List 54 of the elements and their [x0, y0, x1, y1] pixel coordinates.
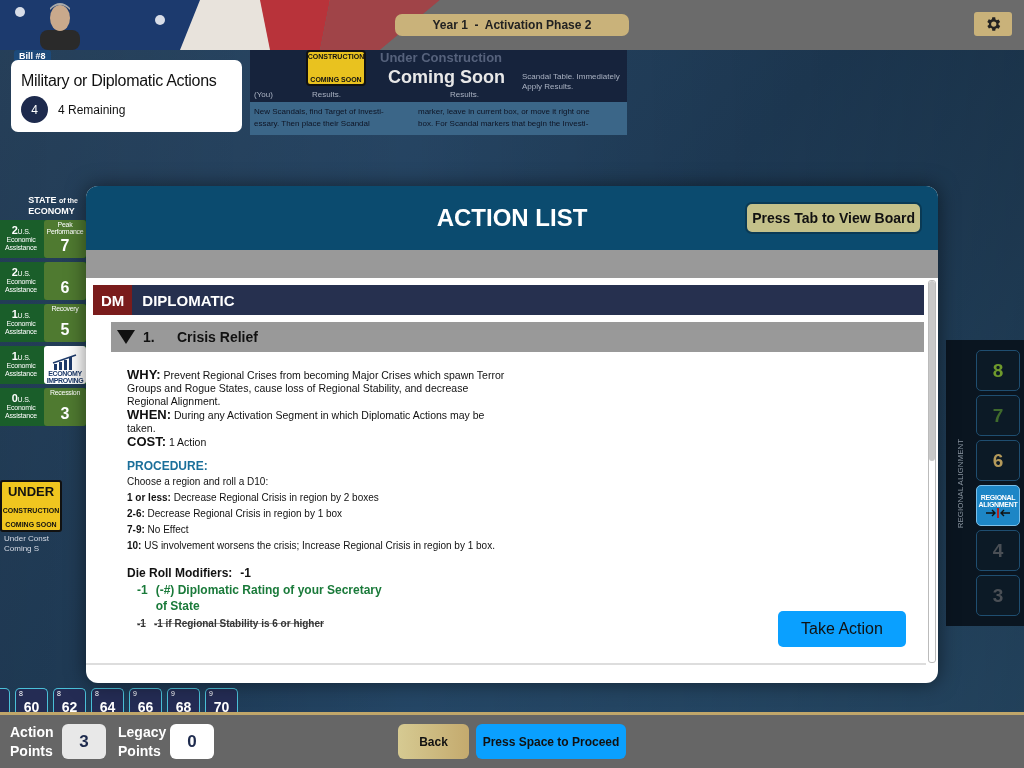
scrollbar[interactable] — [928, 280, 936, 663]
panel-paragraph: marker, leave in current box, or move it right one box. For Scandal markers that begin the Investi- — [418, 106, 590, 130]
box-value: 5 — [60, 321, 70, 339]
detail-text: WHY: Prevent Regional Crises from becoming Major Crises which spawn Terror Groups and Rogue States, cause loss of Regional Stability, and decrease Regional Alignment. — [127, 368, 505, 408]
track-box: 7 — [976, 395, 1020, 436]
detail-text: WHEN: During any Activation Segment in which Diplomatic Actions may be taken. — [127, 408, 486, 435]
section-title: DIPLOMATIC — [141, 290, 236, 311]
settings-button[interactable] — [974, 12, 1012, 36]
chart-icon — [52, 354, 78, 370]
section-code: DM — [93, 285, 133, 315]
panel-text: Scandal Table. Immediately Apply Results. — [522, 72, 621, 92]
detail-text: COST: 1 Action — [127, 435, 208, 449]
arrows-icon — [985, 507, 1011, 518]
action-row[interactable]: 1. Crisis Relief — [111, 322, 924, 352]
modifiers-heading: Die Roll Modifiers: — [127, 566, 233, 580]
take-action-button[interactable]: Take Action — [778, 611, 906, 647]
procedure-text: 10: US involvement worsens the crisis; Increase Regional Crisis in region by 1 box. — [127, 539, 496, 552]
phase-label: Year 1 - Activation Phase 2 — [394, 14, 630, 36]
points-label: Action Points — [10, 722, 55, 761]
proceed-button[interactable]: Press Space to Proceed — [476, 724, 626, 759]
view-board-button[interactable]: Press Tab to View Board — [745, 202, 922, 234]
modifiers-total: -1 — [240, 566, 251, 580]
panel-heading: Under Construction — [380, 50, 503, 65]
procedure-text: 7-9: No Effect — [127, 523, 190, 536]
track-box: 8 — [976, 350, 1020, 391]
points-value: 0 — [170, 724, 214, 759]
box-value: 7 — [60, 237, 70, 255]
coming-soon-label: Coming Soon — [388, 67, 505, 88]
modifier-text: (-#) Diplomatic Rating of your Secretary of State — [155, 582, 383, 614]
procedure-heading: PROCEDURE: — [127, 459, 209, 473]
points-label: Legacy Points — [118, 722, 164, 761]
modifier-text: -1 if Regional Stability is 6 or higher — [153, 616, 324, 632]
track-box: 6 — [976, 440, 1020, 481]
dialog-title: ACTION LIST — [436, 204, 588, 232]
box-value: 6 — [60, 279, 70, 297]
track-box: 3 — [976, 575, 1020, 616]
back-button[interactable]: Back — [398, 724, 469, 759]
modifier-value: -1 — [137, 582, 148, 599]
caret-down-icon — [117, 330, 135, 344]
count-badge: 4 — [21, 96, 48, 123]
procedure-text: 2-6: Decrease Regional Crisis in region by 1 box — [127, 507, 344, 520]
sign-caption: Under Const Coming S — [4, 534, 49, 554]
box-value: 3 — [60, 405, 70, 423]
points-value: 3 — [62, 724, 106, 759]
procedure-text: 1 or less: Decrease Regional Crisis in region by 2 boxes — [127, 491, 380, 504]
track-label: REGIONAL ALIGNMENT — [955, 438, 965, 528]
panel-text: Results. — [312, 90, 341, 100]
track-box: 4 — [976, 530, 1020, 571]
panel-text: (You) — [254, 90, 273, 100]
panel-text: Results. — [450, 90, 479, 100]
mission-title: Military or Diplomatic Actions — [21, 72, 218, 90]
remaining-label: 4 Remaining — [58, 102, 126, 117]
procedure-text: Choose a region and roll a D10: — [127, 475, 270, 488]
panel-paragraph: New Scandals, find Target of Investi- essary. Then place their Scandal — [254, 106, 384, 130]
